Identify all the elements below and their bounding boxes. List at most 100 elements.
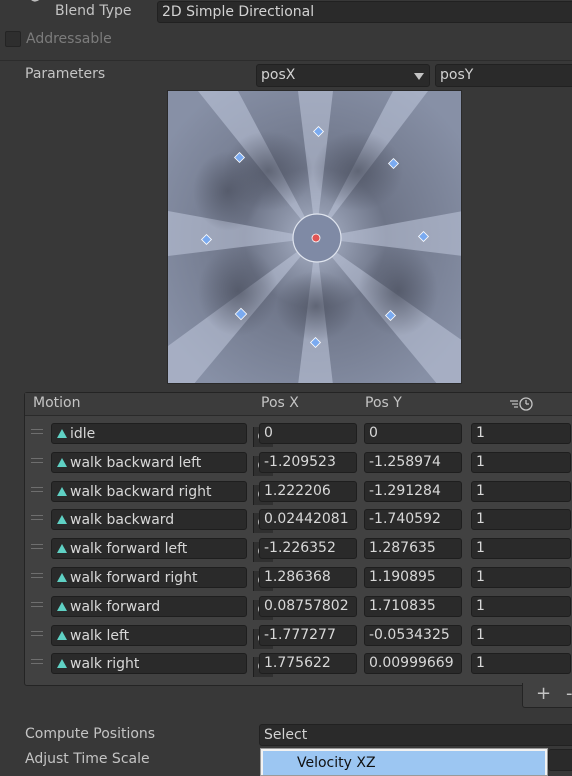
motion-clip-field[interactable]: walk forward right [51, 567, 273, 591]
table-row: walk backward left -1.209523 -1.258974 1 [25, 449, 572, 477]
motion-name: idle [70, 426, 96, 442]
pos-x-field[interactable]: 0.08757802 [259, 595, 357, 617]
animation-clip-icon [57, 573, 67, 582]
blend-type-icon [26, 0, 44, 8]
menu-item-velocity-xz[interactable]: Velocity XZ [263, 751, 545, 775]
pos-x-field[interactable]: 1.222206 [259, 480, 357, 502]
pos-y-field[interactable]: -0.0534325 [364, 624, 462, 646]
y-parameter-dropdown[interactable]: posY [435, 64, 572, 87]
chevron-down-icon [414, 73, 424, 80]
table-row: walk forward right 1.286368 1.190895 1 [25, 564, 572, 592]
pos-y-field[interactable]: -1.258974 [364, 451, 462, 473]
speed-field[interactable]: 1 [471, 451, 571, 473]
drag-handle-icon[interactable] [31, 659, 43, 667]
speed-field[interactable]: 1 [471, 567, 571, 588]
speed-field[interactable]: 1 [471, 480, 571, 502]
pos-y-field[interactable]: 0.00999669 [364, 653, 462, 675]
add-motion-button[interactable]: + [536, 683, 551, 704]
animation-clip-icon [57, 544, 67, 554]
drag-handle-icon[interactable] [31, 630, 43, 639]
motion-name: walk right [70, 656, 140, 673]
drag-handle-icon[interactable] [31, 601, 43, 610]
motion-clip-field[interactable]: walk backward right [51, 480, 273, 505]
table-row: walk backward 0.02442081 -1.740592 1 [25, 506, 572, 534]
motion-name: walk backward right [70, 483, 212, 500]
motion-name: walk forward [70, 598, 161, 615]
table-row: walk backward right 1.222206 -1.291284 1 [25, 478, 572, 506]
drag-handle-icon[interactable] [31, 429, 43, 437]
compute-positions-menu: Velocity XZ [260, 748, 548, 776]
drag-handle-icon[interactable] [31, 544, 43, 552]
table-row: idle 0 0 1 [25, 420, 572, 448]
motion-column-header: Motion [33, 395, 81, 411]
remove-motion-button[interactable]: - [566, 683, 572, 704]
pos-y-field[interactable]: 1.287635 [364, 538, 462, 560]
compute-positions-label: Compute Positions [25, 726, 156, 742]
adjust-time-scale-label: Adjust Time Scale [25, 751, 150, 767]
table-row: walk forward left -1.226352 1.287635 1 [25, 535, 572, 563]
motion-clip-field[interactable]: walk backward left [51, 451, 273, 476]
blend-type-dropdown[interactable]: 2D Simple Directional [157, 1, 572, 23]
motion-list-panel: Motion Pos X Pos Y idle 0 0 1 walk backward … [24, 392, 572, 686]
x-parameter-dropdown[interactable]: posX [256, 64, 430, 87]
drag-handle-icon[interactable] [31, 486, 43, 495]
addressable-label: Addressable [26, 31, 112, 47]
motion-name: walk forward right [70, 570, 198, 586]
animation-clip-icon [57, 659, 67, 669]
pos-x-field[interactable]: -1.226352 [259, 538, 357, 560]
x-parameter-value: posX [261, 67, 296, 83]
pos-y-column-header: Pos Y [365, 395, 402, 411]
addressable-checkbox[interactable] [5, 31, 21, 47]
speed-field[interactable]: 1 [471, 624, 571, 646]
blend-space-graph[interactable] [167, 90, 462, 384]
motion-clip-field[interactable]: walk forward [51, 595, 273, 620]
pos-x-field[interactable]: 1.775622 [259, 653, 357, 675]
pos-x-field[interactable]: -1.777277 [259, 624, 357, 646]
motion-clip-field[interactable]: walk right [51, 653, 273, 678]
motion-name: walk backward left [70, 454, 202, 471]
motion-list-header: Motion Pos X Pos Y [25, 393, 572, 416]
pos-x-field[interactable]: 0.02442081 [259, 509, 357, 531]
pos-y-field[interactable]: 1.190895 [364, 567, 462, 588]
animation-clip-icon [57, 457, 67, 467]
pos-y-field[interactable]: -1.291284 [364, 480, 462, 502]
motion-name: walk backward [70, 512, 175, 529]
table-row: walk right 1.775622 0.00999669 1 [25, 650, 572, 678]
blend-space-svg [168, 91, 461, 383]
animation-clip-icon [57, 429, 67, 438]
drag-handle-icon[interactable] [31, 457, 43, 466]
motion-name: walk left [70, 627, 130, 644]
speed-field[interactable]: 1 [471, 595, 571, 617]
motion-clip-field[interactable]: walk left [51, 624, 273, 649]
speed-field[interactable]: 1 [471, 509, 571, 531]
motion-name: walk forward left [70, 541, 188, 558]
drag-handle-icon[interactable] [31, 573, 43, 581]
pos-y-field[interactable]: 1.710835 [364, 595, 462, 617]
animation-clip-icon [57, 486, 67, 496]
animation-clip-icon [57, 630, 67, 640]
adjust-time-scale-dropdown[interactable] [548, 749, 572, 771]
motion-clip-field[interactable]: walk backward [51, 509, 273, 534]
pos-y-field[interactable]: 0 [364, 423, 462, 444]
speed-field[interactable]: 1 [471, 653, 571, 675]
table-row: walk forward 0.08757802 1.710835 1 [25, 593, 572, 621]
blend-type-label: Blend Type [55, 3, 132, 19]
section-divider [0, 60, 572, 61]
pos-x-field[interactable]: 0 [259, 423, 357, 444]
parameters-label: Parameters [25, 66, 106, 82]
compute-positions-dropdown[interactable]: Select [259, 724, 572, 746]
pos-x-column-header: Pos X [261, 395, 299, 411]
motion-clip-field[interactable]: idle [51, 423, 273, 447]
pos-x-field[interactable]: 1.286368 [259, 567, 357, 588]
table-row: walk left -1.777277 -0.0534325 1 [25, 622, 572, 650]
pos-y-field[interactable]: -1.740592 [364, 509, 462, 531]
motion-clip-field[interactable]: walk forward left [51, 538, 273, 563]
pos-x-field[interactable]: -1.209523 [259, 451, 357, 473]
speed-clock-icon [509, 396, 537, 412]
animation-clip-icon [57, 515, 67, 525]
drag-handle-icon[interactable] [31, 515, 43, 523]
animation-clip-icon [57, 601, 67, 611]
speed-field[interactable]: 1 [471, 423, 571, 444]
current-position-dot [311, 233, 321, 243]
speed-field[interactable]: 1 [471, 538, 571, 560]
